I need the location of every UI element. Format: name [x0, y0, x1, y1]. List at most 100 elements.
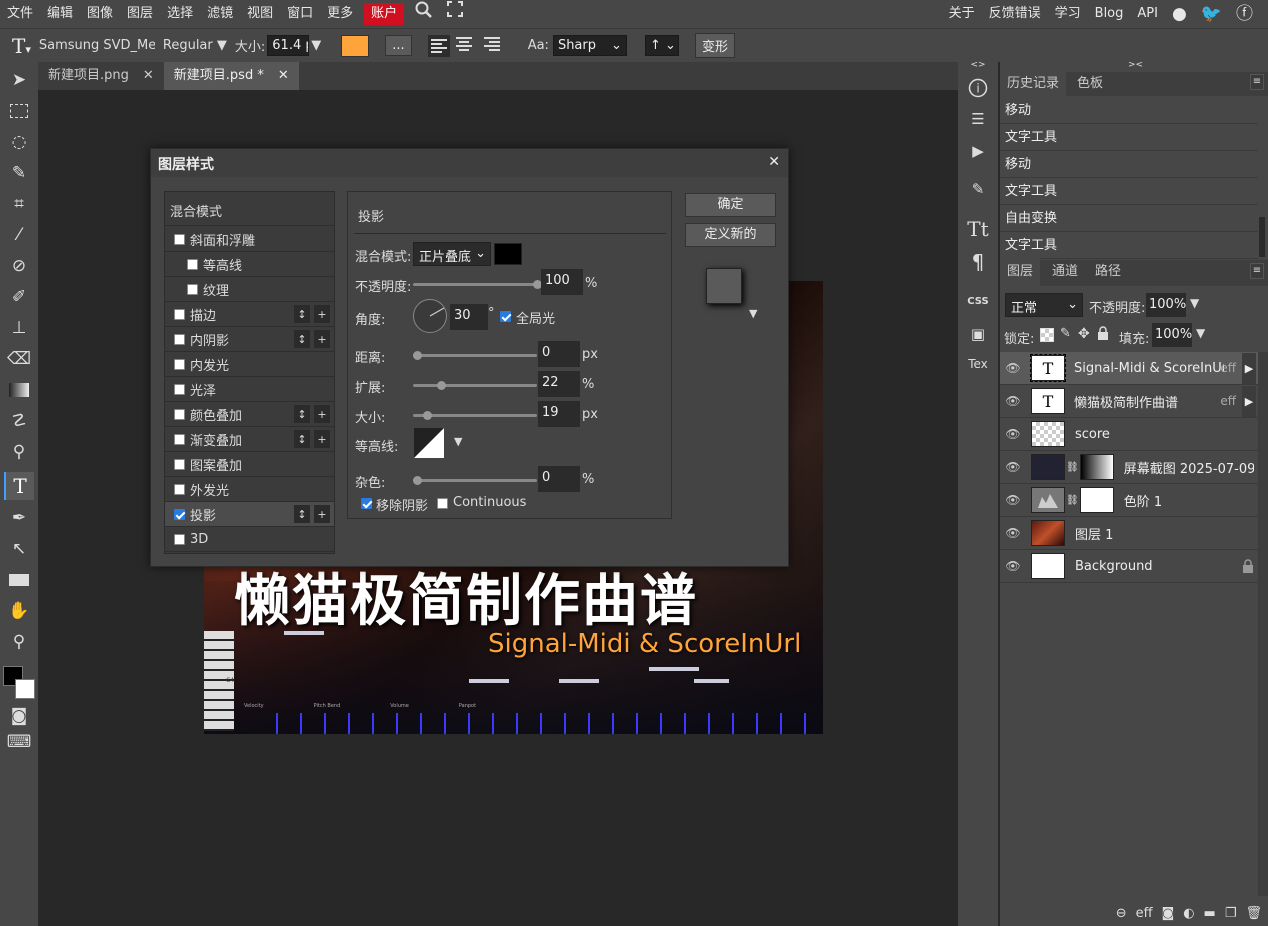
menu-item[interactable]: 滤镜 — [200, 0, 240, 28]
tab-paths[interactable]: 路径 — [1088, 258, 1128, 286]
more-options-button[interactable]: ... — [385, 35, 412, 56]
reorder-icon[interactable]: ↕ — [294, 305, 310, 323]
style-item[interactable]: 渐变叠加 ↕ + — [165, 427, 334, 452]
panel-menu-icon[interactable]: ≡ — [1250, 74, 1264, 90]
style-checkbox[interactable] — [174, 308, 185, 320]
path-select-tool-icon[interactable]: ↖ — [4, 535, 34, 563]
menu-link[interactable]: API — [1130, 0, 1165, 28]
layer-row[interactable]: 👁 ⛓ 色阶 1 — [1000, 484, 1258, 517]
align-left-icon[interactable] — [427, 34, 450, 57]
add-style-icon[interactable]: + — [314, 330, 330, 348]
info-icon[interactable]: i — [958, 78, 998, 102]
style-checkbox[interactable] — [187, 283, 198, 295]
style-item[interactable]: 3D — [165, 527, 334, 552]
delete-layer-icon[interactable]: 🗑 — [1245, 906, 1262, 921]
layer-blend-select[interactable]: 正常 ⌄ — [1005, 293, 1083, 317]
layer-row[interactable]: 👁 score — [1000, 418, 1258, 451]
collapse-right-icon[interactable]: >< — [1128, 60, 1143, 70]
healing-tool-icon[interactable]: ⊘ — [4, 252, 34, 280]
spread-slider[interactable] — [413, 381, 537, 390]
tab-history[interactable]: 历史记录 — [1000, 70, 1067, 97]
style-item[interactable]: 描边 ↕ + — [165, 302, 334, 327]
stamp-tool-icon[interactable]: ⊥ — [4, 314, 34, 342]
add-style-icon[interactable]: + — [314, 405, 330, 423]
layer-opacity-input[interactable]: 100% — [1146, 293, 1186, 317]
warp-button[interactable]: 变形 — [694, 33, 735, 58]
close-icon[interactable]: ✕ — [278, 62, 289, 90]
menu-link[interactable]: 关于 — [942, 0, 982, 28]
antialias-select[interactable]: Sharp ⌄ — [552, 35, 627, 56]
contour-dropdown-icon[interactable]: ▼ — [454, 435, 462, 448]
distance-slider[interactable] — [413, 351, 537, 360]
size-input[interactable]: 19 — [538, 401, 580, 427]
history-item[interactable]: 移动 — [1000, 151, 1258, 178]
menu-item[interactable]: 视图 — [240, 0, 280, 28]
menu-item[interactable]: 选择 — [160, 0, 200, 28]
marquee-tool-icon[interactable] — [4, 97, 34, 125]
add-style-icon[interactable]: + — [314, 305, 330, 323]
blend-options-item[interactable]: 混合模式 — [165, 196, 334, 226]
angle-dial-icon[interactable] — [412, 298, 448, 334]
size-slider[interactable] — [413, 411, 537, 420]
history-item[interactable]: 文字工具 — [1000, 232, 1258, 259]
menu-item[interactable]: 文件 — [0, 0, 40, 28]
size-input[interactable]: 61.4 p — [267, 35, 310, 56]
expand-effects-icon[interactable]: ▶ — [1242, 385, 1256, 417]
menu-link[interactable]: Blog — [1088, 0, 1131, 28]
layer-fx-badge[interactable]: eff — [1220, 361, 1236, 375]
type-tool-icon[interactable]: T — [4, 472, 34, 500]
style-checkbox[interactable] — [174, 483, 185, 495]
move-tool-icon[interactable]: ➤ — [4, 66, 34, 94]
font-style-select[interactable]: Regular ▼ — [163, 38, 227, 53]
style-checkbox[interactable] — [174, 233, 185, 245]
style-item[interactable]: 投影 ↕ + — [165, 502, 334, 527]
layer-row[interactable]: 👁 T Signal-Midi & ScoreInUrl eff ▶ — [1000, 352, 1258, 385]
dodge-tool-icon[interactable]: ⚲ — [4, 438, 34, 466]
visibility-eye-icon[interactable]: 👁 — [1000, 361, 1026, 375]
gradient-tool-icon[interactable] — [4, 376, 34, 404]
keyboard-icon[interactable]: ⌨ — [4, 728, 34, 756]
history-item[interactable]: 自由变换 — [1000, 205, 1258, 232]
visibility-eye-icon[interactable]: 👁 — [1000, 460, 1026, 474]
angle-input[interactable]: 30 — [450, 304, 488, 330]
quick-mask-icon[interactable]: ◙ — [4, 702, 34, 730]
link-layers-icon[interactable]: ⊖ — [1116, 906, 1127, 921]
tab-channels[interactable]: 通道 — [1045, 258, 1085, 286]
style-checkbox[interactable] — [174, 533, 185, 545]
layer-effects-icon[interactable]: eff — [1136, 906, 1153, 921]
style-checkbox[interactable] — [174, 508, 185, 520]
shape-tool-icon[interactable] — [4, 566, 34, 594]
image-icon[interactable]: ▣ — [958, 325, 998, 343]
noise-input[interactable]: 0 — [538, 466, 580, 492]
history-item[interactable]: 移动 — [1000, 97, 1258, 124]
noise-slider[interactable] — [413, 476, 537, 485]
menu-link[interactable]: 反馈错误 — [982, 0, 1048, 28]
reorder-icon[interactable]: ↕ — [294, 405, 310, 423]
style-item[interactable]: 斜面和浮雕 — [165, 227, 334, 252]
reorder-icon[interactable]: ↕ — [294, 505, 310, 523]
continuous-checkbox[interactable] — [437, 498, 453, 513]
new-style-button[interactable]: 定义新的 — [685, 223, 776, 247]
new-group-icon[interactable]: ▬ — [1204, 906, 1216, 921]
dialog-titlebar[interactable]: 图层样式 ✕ — [151, 149, 788, 177]
lock-transparency-icon[interactable] — [1040, 328, 1054, 342]
menu-item[interactable]: 更多 — [320, 0, 360, 28]
knockout-checkbox[interactable] — [361, 498, 377, 513]
menu-item[interactable]: 图层 — [120, 0, 160, 28]
hand-tool-icon[interactable]: ✋ — [4, 597, 34, 625]
tab-layers[interactable]: 图层 — [1000, 258, 1041, 286]
style-item[interactable]: 外发光 — [165, 477, 334, 502]
global-light-checkbox[interactable] — [500, 311, 516, 326]
font-name-field[interactable]: Samsung SVD_Med — [39, 38, 155, 53]
style-item[interactable]: 内发光 — [165, 352, 334, 377]
contour-preview-icon[interactable] — [414, 428, 444, 458]
background-color-swatch[interactable] — [15, 679, 35, 699]
style-checkbox[interactable] — [174, 433, 185, 445]
link-chain-icon[interactable]: ⛓ — [1066, 495, 1079, 506]
quick-select-tool-icon[interactable]: ✎ — [4, 159, 34, 187]
lock-move-icon[interactable]: ✥ — [1078, 326, 1090, 342]
menu-item[interactable]: 图像 — [80, 0, 120, 28]
eyedropper-tool-icon[interactable]: ⁄ — [4, 221, 34, 249]
opacity-input[interactable]: 100 — [541, 269, 583, 295]
opacity-dropdown-icon[interactable]: ▼ — [1190, 296, 1199, 310]
